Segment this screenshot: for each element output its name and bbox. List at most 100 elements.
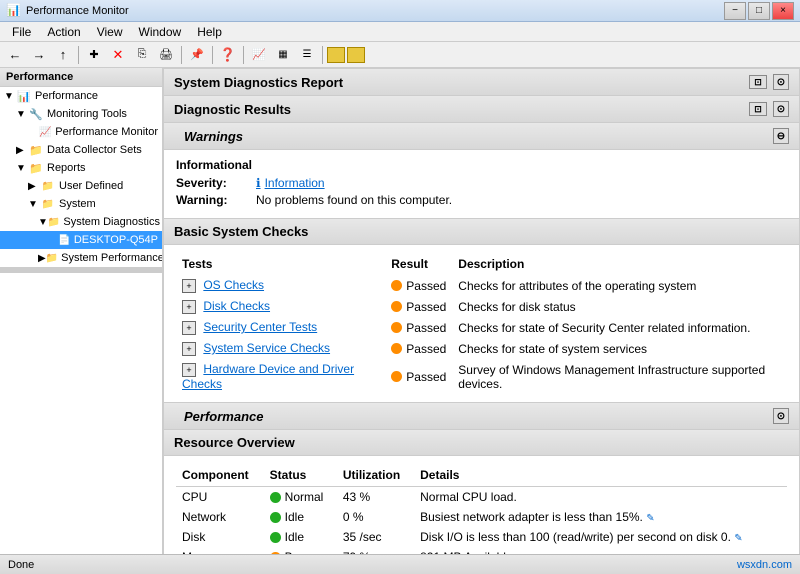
icon-user-defined: 📁 <box>40 179 56 193</box>
back-button[interactable]: ← <box>4 44 26 66</box>
warnings-severity-label: Severity: <box>176 176 246 190</box>
tree-item-system-performance[interactable]: ▶ 📁 System Performance <box>0 249 162 267</box>
checks-link-0[interactable]: OS Checks <box>203 278 264 292</box>
warnings-severity-value[interactable]: ℹ Information <box>256 176 325 190</box>
resource-util-0: 43 % <box>337 487 414 508</box>
expand-icon-2[interactable]: + <box>182 321 196 335</box>
tree-item-monitoring-tools[interactable]: ▼ 🔧 Monitoring Tools <box>0 105 162 123</box>
section-header-system-diagnostics[interactable]: System Diagnostics Report ⊡ ⊙ <box>163 68 800 96</box>
collapse-btn-diagnostic-results[interactable]: ⊙ <box>773 101 789 117</box>
label-monitoring-tools: Monitoring Tools <box>47 108 127 120</box>
expand-icon-0[interactable]: + <box>182 279 196 293</box>
toolbar-separator-2 <box>181 46 182 64</box>
section-header-performance[interactable]: Performance ⊙ <box>163 403 800 430</box>
expand-icon-3[interactable]: + <box>182 342 196 356</box>
status-text: Done <box>8 559 34 571</box>
section-icon-diagnostic-results[interactable]: ⊡ <box>749 102 767 116</box>
up-button[interactable]: ↑ <box>52 44 74 66</box>
arrow-system-performance: ▶ <box>38 253 46 264</box>
tree-item-perf-monitor[interactable]: ▶ 📈 Performance Monitor <box>0 123 162 141</box>
tree-item-performance[interactable]: ▼ 📊 Performance <box>0 87 162 105</box>
right-panel: System Diagnostics Report ⊡ ⊙ Diagnostic… <box>163 68 800 554</box>
collapse-btn-performance[interactable]: ⊙ <box>773 408 789 424</box>
icon-system: 📁 <box>40 197 56 211</box>
tree-item-system[interactable]: ▼ 📁 System <box>0 195 162 213</box>
label-data-collector: Data Collector Sets <box>47 144 142 156</box>
checks-link-4[interactable]: Hardware Device and Driver Checks <box>182 362 354 391</box>
section-controls-warnings: ⊖ <box>773 128 789 144</box>
collapse-btn-system-diagnostics[interactable]: ⊙ <box>773 74 789 90</box>
menu-action[interactable]: Action <box>39 23 88 41</box>
toolbar-btn-report[interactable]: ☰ <box>296 44 318 66</box>
checks-desc-1: Checks for disk status <box>452 296 787 317</box>
resource-dot-3 <box>270 552 281 555</box>
resize-handle[interactable] <box>0 267 162 273</box>
arrow-user-defined: ▶ <box>28 181 40 192</box>
toolbar-btn-yellow1[interactable] <box>327 47 345 63</box>
section-title-system-diagnostics: System Diagnostics Report <box>174 75 343 90</box>
help-button[interactable]: ❓ <box>217 44 239 66</box>
copy-button[interactable]: ⎘ <box>131 44 153 66</box>
checks-desc-0: Checks for attributes of the operating s… <box>452 275 787 296</box>
resource-col-utilization: Utilization <box>337 464 414 487</box>
resource-col-details: Details <box>414 464 787 487</box>
warnings-subtitle: Informational <box>176 158 787 172</box>
toolbar-btn-chart[interactable]: ▦ <box>272 44 294 66</box>
arrow-performance: ▼ <box>4 91 16 102</box>
perf-monitor-btn[interactable]: 📈 <box>248 44 270 66</box>
toolbar-separator-5 <box>322 46 323 64</box>
checks-desc-3: Checks for state of system services <box>452 338 787 359</box>
section-header-resource[interactable]: Resource Overview <box>163 430 800 456</box>
checks-row-1: + Disk Checks Passed Checks for disk sta… <box>176 296 787 317</box>
resource-util-1: 0 % <box>337 507 414 527</box>
checks-link-3[interactable]: System Service Checks <box>203 341 330 355</box>
delete-button[interactable]: ✕ <box>107 44 129 66</box>
tree-item-system-diagnostics[interactable]: ▼ 📁 System Diagnostics <box>0 213 162 231</box>
section-header-warnings[interactable]: Warnings ⊖ <box>163 123 800 150</box>
toolbar-separator-4 <box>243 46 244 64</box>
resource-details-1: Busiest network adapter is less than 15%… <box>414 507 787 527</box>
close-button[interactable]: × <box>772 2 794 20</box>
menu-help[interactable]: Help <box>189 23 230 41</box>
toolbar-separator-1 <box>78 46 79 64</box>
checks-col-tests: Tests <box>176 253 385 275</box>
collapse-btn-warnings[interactable]: ⊖ <box>773 128 789 144</box>
tree-item-data-collector[interactable]: ▶ 📁 Data Collector Sets <box>0 141 162 159</box>
restore-button[interactable]: □ <box>748 2 770 20</box>
checks-row-4: + Hardware Device and Driver Checks Pass… <box>176 359 787 394</box>
left-panel: Performance ▼ 📊 Performance ▼ 🔧 Monitori… <box>0 68 163 554</box>
toolbar-btn-yellow2[interactable] <box>347 47 365 63</box>
status-dot-1 <box>391 301 402 312</box>
checks-col-description: Description <box>452 253 787 275</box>
warnings-warning-label: Warning: <box>176 193 246 207</box>
checks-row-3: + System Service Checks Passed Checks fo… <box>176 338 787 359</box>
checks-result-3: Passed <box>385 338 452 359</box>
print-button[interactable]: 🖨 <box>155 44 177 66</box>
pin-button[interactable]: 📌 <box>186 44 208 66</box>
tree-item-reports[interactable]: ▼ 📁 Reports <box>0 159 162 177</box>
minimize-button[interactable]: − <box>724 2 746 20</box>
resource-component-3: Memory <box>176 547 264 554</box>
section-title-basic-checks: Basic System Checks <box>174 224 308 239</box>
checks-result-1: Passed <box>385 296 452 317</box>
resource-component-1: Network <box>176 507 264 527</box>
menu-file[interactable]: File <box>4 23 39 41</box>
status-dot-3 <box>391 343 402 354</box>
new-button[interactable]: ✚ <box>83 44 105 66</box>
section-header-diagnostic-results[interactable]: Diagnostic Results ⊡ ⊙ <box>163 96 800 123</box>
section-header-basic-checks[interactable]: Basic System Checks <box>163 219 800 245</box>
section-icon-system-diagnostics[interactable]: ⊡ <box>749 75 767 89</box>
checks-link-1[interactable]: Disk Checks <box>203 299 270 313</box>
section-controls-system-diagnostics: ⊡ ⊙ <box>749 74 789 90</box>
warnings-content: Informational Severity: ℹ Information Wa… <box>163 150 800 219</box>
checks-result-2: Passed <box>385 317 452 338</box>
warnings-warning-value: No problems found on this computer. <box>256 193 452 207</box>
menu-window[interactable]: Window <box>131 23 190 41</box>
expand-icon-1[interactable]: + <box>182 300 196 314</box>
expand-icon-4[interactable]: + <box>182 363 196 377</box>
tree-item-desktop[interactable]: ▶ 📄 DESKTOP-Q54P <box>0 231 162 249</box>
forward-button[interactable]: → <box>28 44 50 66</box>
checks-link-2[interactable]: Security Center Tests <box>203 320 317 334</box>
menu-view[interactable]: View <box>89 23 131 41</box>
tree-item-user-defined[interactable]: ▶ 📁 User Defined <box>0 177 162 195</box>
